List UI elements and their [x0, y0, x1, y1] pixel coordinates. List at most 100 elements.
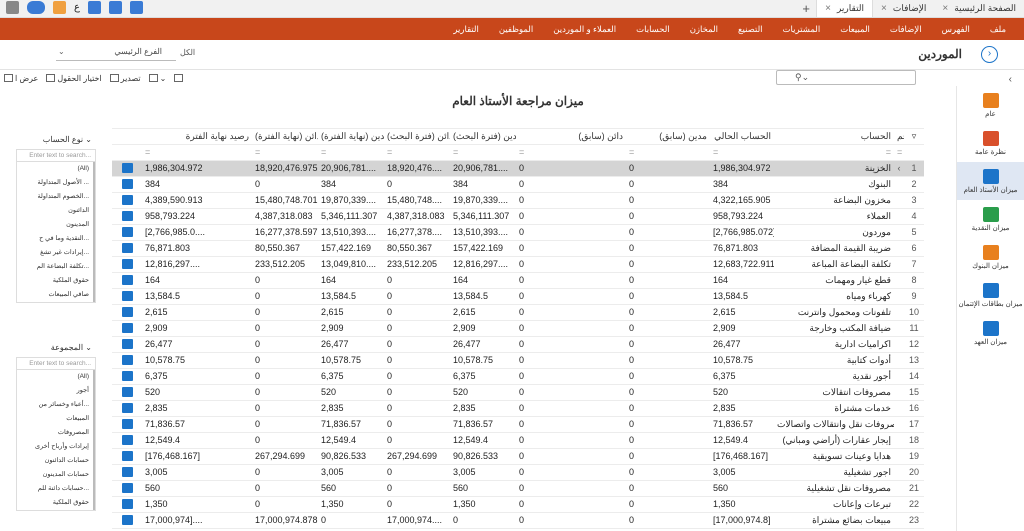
row-chart-button[interactable]: [112, 160, 142, 177]
search-input[interactable]: ⚲⌄: [776, 70, 916, 85]
row-chart-button[interactable]: [112, 368, 142, 385]
chart-icon[interactable]: [121, 451, 133, 462]
chart-icon[interactable]: [121, 195, 133, 206]
table-row[interactable]: 958,793.224 4,387,318.083 5,346,111.307 4,3…: [112, 208, 924, 225]
filter-item[interactable]: صافي المبيعات: [17, 288, 95, 302]
filter-item[interactable]: الأصول المتداولة ...: [17, 176, 95, 190]
chart-icon[interactable]: [121, 339, 133, 350]
table-row[interactable]: 560 0 560 0 560 0 0 560 مصروفات نقل تشغيلية 21: [112, 480, 924, 497]
new-tab-icon[interactable]: +: [796, 0, 816, 17]
table-row[interactable]: 71,836.57 0 71,836.57 0 71,836.57 0 0 71,836.57…: [112, 416, 924, 433]
menu-item-7[interactable]: الحسابات: [626, 24, 680, 35]
filter-cell[interactable]: =: [626, 144, 710, 161]
column-header[interactable]: الحساب الحالي: [710, 128, 774, 145]
filter-item[interactable]: المصروفات: [17, 426, 95, 440]
menu-item-10[interactable]: التقارير: [443, 24, 489, 35]
app-icon[interactable]: [6, 1, 19, 14]
filter-search-input[interactable]: Enter text to search...: [17, 358, 95, 370]
filter-item[interactable]: (All): [17, 162, 95, 176]
filter-item[interactable]: (All): [17, 370, 95, 384]
translate-icon[interactable]: [87, 1, 101, 14]
filter-search-input[interactable]: Enter text to search...: [17, 150, 95, 162]
filter-item[interactable]: حسابات الدائنون: [17, 454, 95, 468]
table-row[interactable]: 12,549.4 0 12,549.4 0 12,549.4 0 0 12,549.4 إيجا…: [112, 432, 924, 449]
table-row[interactable]: 384 0 384 0 384 0 0 384 البنوك 2: [112, 176, 924, 193]
back-arrow-icon[interactable]: ›: [981, 46, 998, 63]
row-chart-button[interactable]: [112, 288, 142, 305]
filter-funnel-icon[interactable]: ▿: [912, 131, 917, 141]
chart-icon[interactable]: [121, 259, 133, 270]
table-row[interactable]: 10,578.75 0 10,578.75 0 10,578.75 0 0 10,578.75…: [112, 352, 924, 369]
table-row[interactable]: 164 0 164 0 164 0 0 164 قطع غيار ومهمات 8: [112, 272, 924, 289]
row-chart-button[interactable]: [112, 432, 142, 449]
tab-0[interactable]: الصفحة الرئيسية ×: [934, 0, 1024, 17]
chart-icon[interactable]: [121, 307, 133, 318]
row-chart-button[interactable]: [112, 320, 142, 337]
chart-icon[interactable]: [121, 211, 133, 222]
row-chart-button[interactable]: [112, 208, 142, 225]
chart-icon[interactable]: [121, 387, 133, 398]
sidebar-item-6[interactable]: ميزان العهد: [957, 314, 1024, 352]
filter-item[interactable]: النقدية وما في ح...: [17, 232, 95, 246]
sidebar-item-2[interactable]: ميزان الأستاذ العام: [957, 162, 1024, 200]
menu-item-5[interactable]: التصنيع: [728, 24, 773, 35]
filter-item[interactable]: حسابات دائنة للم...: [17, 482, 95, 496]
chart-icon[interactable]: [121, 323, 133, 334]
column-header[interactable]: رصيد نهاية الفترة: [142, 128, 252, 145]
chart-icon[interactable]: [121, 179, 133, 190]
row-chart-button[interactable]: [112, 176, 142, 193]
rss-icon[interactable]: [53, 1, 66, 14]
row-chart-button[interactable]: [112, 512, 142, 529]
column-header[interactable]: الحساب: [774, 128, 894, 145]
filter-item[interactable]: أجور: [17, 384, 95, 398]
chart-icon[interactable]: [121, 499, 133, 510]
table-row[interactable]: 76,871.803 80,550.367 157,422.169 80,550.36…: [112, 240, 924, 257]
menu-item-2[interactable]: الإضافات: [880, 24, 932, 35]
print-button[interactable]: [170, 74, 187, 82]
table-row[interactable]: 2,909 0 2,909 0 2,909 0 0 2,909 ضيافة المكتب وخا…: [112, 320, 924, 337]
chart-icon[interactable]: [121, 483, 133, 494]
filter-item[interactable]: المبيعات: [17, 412, 95, 426]
menu-item-1[interactable]: الفهرس: [932, 24, 980, 35]
close-icon[interactable]: ×: [881, 3, 887, 14]
sync-icon[interactable]: [129, 1, 143, 14]
row-chart-button[interactable]: [112, 480, 142, 497]
filter-item[interactable]: تكلفة البضاعة الم...: [17, 260, 95, 274]
column-header[interactable]: دائن (نهاية الفترة): [252, 128, 318, 145]
collapse-arrow-icon[interactable]: ‹: [1009, 74, 1012, 85]
column-header[interactable]: مدين (فترة البحث): [450, 128, 516, 145]
row-chart-button[interactable]: [112, 400, 142, 417]
chart-icon[interactable]: [121, 275, 133, 286]
column-header[interactable]: مدين (نهاية الفترة): [318, 128, 384, 145]
filter-cell[interactable]: =: [142, 144, 252, 161]
filter-item[interactable]: الدائنون: [17, 204, 95, 218]
row-chart-button[interactable]: [112, 256, 142, 273]
sidebar-item-3[interactable]: ميزان النقدية: [957, 200, 1024, 238]
chart-icon[interactable]: [121, 291, 133, 302]
row-chart-button[interactable]: [112, 336, 142, 353]
filter-item[interactable]: إيرادات وأرباح أخرى: [17, 440, 95, 454]
filter-item[interactable]: حقوق الملكية: [17, 496, 95, 510]
sidebar-item-1[interactable]: نظرة عامة: [957, 124, 1024, 162]
chart-icon[interactable]: [121, 243, 133, 254]
toggle-icon[interactable]: [27, 1, 45, 14]
row-chart-button[interactable]: [112, 224, 142, 241]
filter-cell[interactable]: =: [252, 144, 318, 161]
table-row[interactable]: 6,375 0 6,375 0 6,375 0 0 6,375 أجور نقدية 14: [112, 368, 924, 385]
display-button[interactable]: عرض ا: [0, 74, 42, 83]
menu-item-6[interactable]: المخازن: [680, 24, 728, 35]
row-chart-button[interactable]: [112, 192, 142, 209]
table-row[interactable]: 4,389,590.913 15,480,748.701 19,870,339...…: [112, 192, 924, 209]
row-chart-button[interactable]: [112, 416, 142, 433]
table-row[interactable]: 3,005 0 3,005 0 3,005 0 0 3,005 اجور تشغيلية 20: [112, 464, 924, 481]
filter-item[interactable]: أعباء وخسائر من...: [17, 398, 95, 412]
table-row[interactable]: 2,615 0 2,615 0 2,615 0 0 2,615 تلفونات ومحمول و…: [112, 304, 924, 321]
export-button[interactable]: تصدير: [106, 74, 145, 83]
table-row[interactable]: [2,766,985.0.... 16,277,378.597 13,510,393…: [112, 224, 924, 241]
user-icon[interactable]: [108, 1, 122, 14]
branch-select[interactable]: ⌄ الفرع الرئيسي: [56, 47, 176, 61]
filter-cell[interactable]: =: [894, 144, 904, 161]
menu-item-3[interactable]: المبيعات: [830, 24, 880, 35]
sidebar-item-4[interactable]: ميزان البنوك: [957, 238, 1024, 276]
chart-icon[interactable]: [121, 403, 133, 414]
